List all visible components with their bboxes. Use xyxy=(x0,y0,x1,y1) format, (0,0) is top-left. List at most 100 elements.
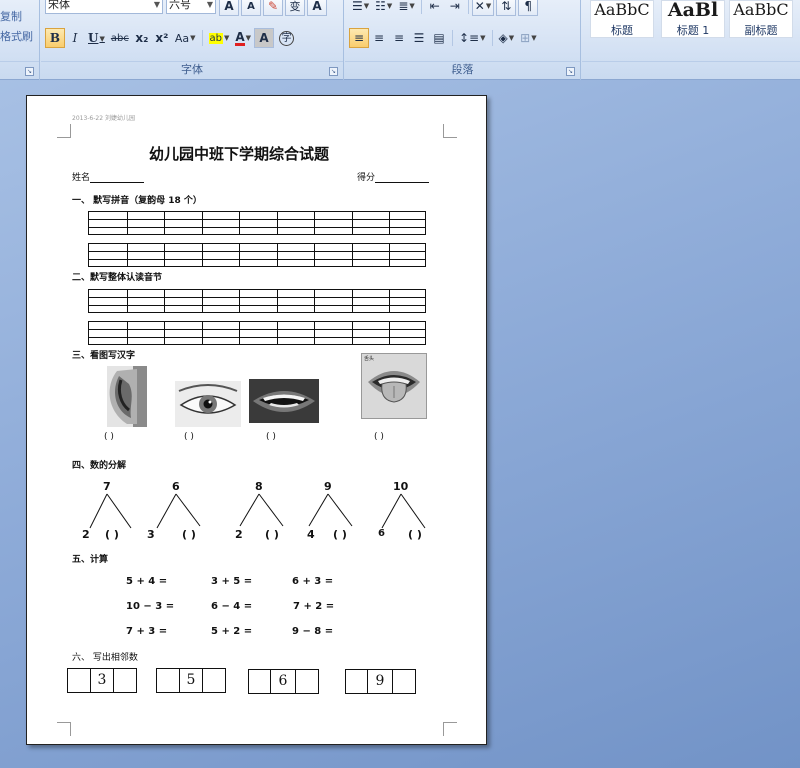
document-page[interactable]: 2013-6-22 刘婕幼儿园 幼儿园中班下学期综合试题 姓名 得分 一、 默写… xyxy=(26,95,487,745)
align-left-button[interactable]: ≡ xyxy=(349,28,369,48)
style-subtitle-tile[interactable]: AaBbC 副标题 xyxy=(729,0,793,38)
shrink-font-icon: A xyxy=(247,0,255,12)
strikethrough-icon: abc xyxy=(110,32,129,44)
numbering-button[interactable]: ☷ ▼ xyxy=(372,0,395,16)
shrink-font-button[interactable]: A xyxy=(241,0,261,16)
font-group-label: 字体 xyxy=(181,63,203,76)
toolbar-separator xyxy=(491,30,493,46)
underline-button[interactable]: U ▼ xyxy=(85,28,108,48)
clear-formatting-button[interactable]: ✎ xyxy=(263,0,283,16)
grow-font-button[interactable]: A xyxy=(219,0,239,16)
toolbar-separator xyxy=(452,30,453,46)
chevron-down-icon: ▼ xyxy=(386,2,393,10)
sort-button[interactable]: ⇅ xyxy=(496,0,517,16)
style-title-tile[interactable]: AaBbC 标题 xyxy=(590,0,654,38)
phonetic-guide-button[interactable]: 变 xyxy=(285,0,305,16)
character-shading-button[interactable]: A xyxy=(254,28,275,48)
superscript-button[interactable]: x² xyxy=(152,28,172,48)
character-border-button[interactable]: A xyxy=(307,0,327,16)
chevron-down-icon: ▼ xyxy=(153,0,160,9)
style-heading1-tile[interactable]: AaBl 标题 1 xyxy=(661,0,725,38)
justify-button[interactable]: ☰ xyxy=(409,28,429,48)
chinese-layout-button[interactable]: ✕ ▼ xyxy=(471,0,495,16)
enclose-characters-icon: 字 xyxy=(279,30,295,46)
neighbor-blank xyxy=(393,670,415,693)
tree-right-blank: ( ) xyxy=(105,528,119,541)
character-border-icon: A xyxy=(312,0,322,13)
strikethrough-button[interactable]: abc xyxy=(108,28,132,48)
tree-top-number: 6 xyxy=(172,480,180,493)
align-right-button[interactable]: ≡ xyxy=(389,28,409,48)
section-heading: 五、计算 xyxy=(72,555,109,565)
format-painter-button[interactable]: 格式刷 xyxy=(0,28,33,44)
increase-indent-button[interactable]: ⇥ xyxy=(445,0,465,16)
distributed-button[interactable]: ▤ xyxy=(429,28,449,48)
highlight-button[interactable]: ab ▼ xyxy=(206,28,233,48)
style-name: 副标题 xyxy=(744,24,778,37)
style-sample: AaBbC xyxy=(733,0,789,19)
neighbor-blank xyxy=(249,670,271,693)
decrease-indent-button[interactable]: ⇤ xyxy=(425,0,445,16)
multilevel-list-button[interactable]: ≣ ▼ xyxy=(395,0,417,16)
toolbar-separator xyxy=(420,0,422,14)
distributed-icon: ▤ xyxy=(433,31,445,45)
tree-right-blank: ( ) xyxy=(265,528,279,541)
clipboard-dialog-launcher[interactable]: ↘ xyxy=(25,67,34,76)
font-size-value: 六号 xyxy=(169,0,191,11)
calc-problem: 7 + 2 = xyxy=(293,601,335,612)
chevron-down-icon: ▼ xyxy=(363,2,370,10)
tree-top-number: 9 xyxy=(324,480,332,493)
calc-problem: 9 − 8 = xyxy=(292,626,334,637)
neighbor-blank xyxy=(203,669,225,692)
ribbon: 复制 格式刷 ↘ 宋体 ▼ 六号 ▼ A A ✎ 变 A B I U ▼ abc… xyxy=(0,0,800,80)
calc-problem: 10 − 3 = xyxy=(126,601,175,612)
enclose-characters-button[interactable]: 字 xyxy=(276,28,297,48)
paragraph-group: ☰ ▼ ☷ ▼ ≣ ▼ ⇤ ⇥ ✕ ▼ ⇅ ¶ ≡ ≡ ≡ ☰ ▤ ↕≡ ▼ ◈ ▼ ⊞ ▼ … xyxy=(345,0,581,80)
line-spacing-icon: ↕≡ xyxy=(459,31,480,45)
neighbor-number-box: 6 xyxy=(248,669,319,694)
calc-problem: 5 + 4 = xyxy=(126,576,168,587)
font-dialog-launcher[interactable]: ↘ xyxy=(329,67,338,76)
bullets-button[interactable]: ☰ ▼ xyxy=(349,0,372,16)
show-marks-button[interactable]: ¶ xyxy=(518,0,539,16)
character-shading-icon: A xyxy=(259,31,269,45)
italic-button[interactable]: I xyxy=(65,28,85,48)
font-color-button[interactable]: A ▼ xyxy=(232,28,254,48)
line-spacing-button[interactable]: ↕≡ ▼ xyxy=(456,28,489,48)
subscript-button[interactable]: x₂ xyxy=(132,28,152,48)
align-center-icon: ≡ xyxy=(373,31,385,45)
copy-label: 复制 xyxy=(0,10,22,23)
calc-problem: 6 + 3 = xyxy=(292,576,334,587)
chevron-down-icon: ▼ xyxy=(190,34,196,42)
decomposition-lines xyxy=(89,493,426,529)
change-case-icon: Aa xyxy=(174,31,190,45)
calc-problem: 6 − 4 = xyxy=(211,601,253,612)
neighbor-number-box: 3 xyxy=(67,668,137,693)
paragraph-dialog-launcher[interactable]: ↘ xyxy=(566,67,575,76)
italic-icon: I xyxy=(72,31,78,45)
align-center-button[interactable]: ≡ xyxy=(369,28,389,48)
chevron-down-icon: ▼ xyxy=(245,34,252,42)
toolbar-separator xyxy=(201,30,203,46)
font-size-combo[interactable]: 六号 ▼ xyxy=(166,0,216,14)
shading-button[interactable]: ◈ ▼ xyxy=(496,28,518,48)
chinese-layout-icon: ✕ xyxy=(474,0,485,13)
chevron-down-icon: ▼ xyxy=(480,34,486,42)
paint-bucket-icon: ◈ xyxy=(498,31,508,45)
font-name-combo[interactable]: 宋体 ▼ xyxy=(45,0,163,14)
decrease-indent-icon: ⇤ xyxy=(429,0,440,13)
sort-icon: ⇅ xyxy=(501,0,512,13)
font-name-value: 宋体 xyxy=(48,0,70,11)
tree-right-blank: ( ) xyxy=(408,528,422,541)
increase-indent-icon: ⇥ xyxy=(449,0,460,13)
section-heading: 六、 写出相邻数 xyxy=(72,653,138,663)
grow-font-icon: A xyxy=(224,0,234,13)
copy-button[interactable]: 复制 xyxy=(0,8,22,24)
justify-icon: ☰ xyxy=(413,31,425,45)
chevron-down-icon: ▼ xyxy=(99,33,105,43)
borders-button[interactable]: ⊞ ▼ xyxy=(517,28,539,48)
bold-button[interactable]: B xyxy=(45,28,65,48)
chevron-down-icon: ▼ xyxy=(531,34,537,42)
tree-top-number: 7 xyxy=(103,480,111,493)
change-case-button[interactable]: Aa ▼ xyxy=(172,28,199,48)
